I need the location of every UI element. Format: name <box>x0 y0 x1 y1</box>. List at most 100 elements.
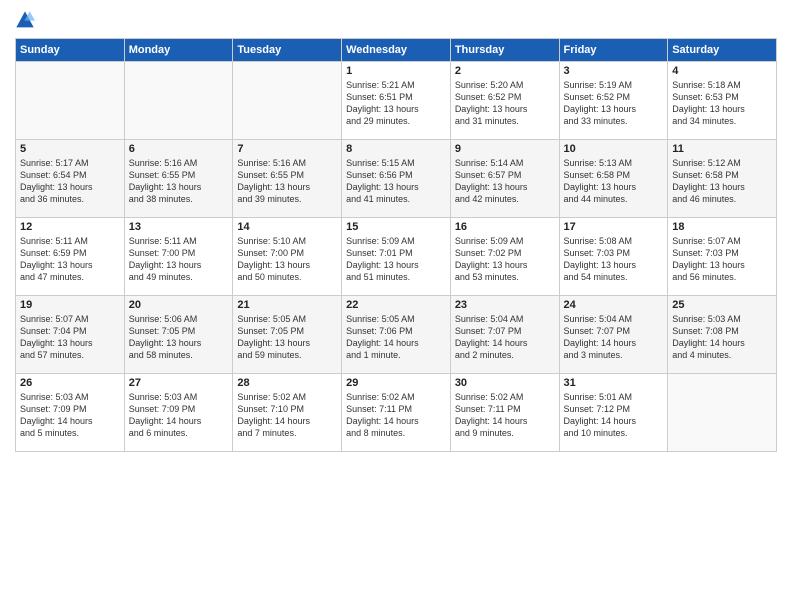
calendar-cell: 11Sunrise: 5:12 AM Sunset: 6:58 PM Dayli… <box>668 140 777 218</box>
calendar-cell: 22 Sunrise: 5:05 AM Sunset: 7:06 PM Dayli… <box>342 296 451 374</box>
day-number: 24 <box>564 299 664 311</box>
logo <box>15 10 39 30</box>
day-header-sunday: Sunday <box>16 39 125 62</box>
calendar-cell: 9Sunrise: 5:14 AM Sunset: 6:57 PM Daylig… <box>450 140 559 218</box>
calendar-cell: 16Sunrise: 5:09 AM Sunset: 7:02 PM Dayli… <box>450 218 559 296</box>
calendar-cell <box>16 62 125 140</box>
day-number: 13 <box>129 221 229 233</box>
day-header-wednesday: Wednesday <box>342 39 451 62</box>
page: SundayMondayTuesdayWednesdayThursdayFrid… <box>0 0 792 612</box>
day-info: Sunrise: 5:02 AM Sunset: 7:10 PM Dayligh… <box>237 391 337 440</box>
header-row: SundayMondayTuesdayWednesdayThursdayFrid… <box>16 39 777 62</box>
calendar-cell: 6 Sunrise: 5:16 AM Sunset: 6:55 PM Daylig… <box>124 140 233 218</box>
day-info: Sunrise: 5:05 AM Sunset: 7:06 PM Dayligh… <box>346 313 446 362</box>
calendar-cell <box>668 374 777 452</box>
day-number: 31 <box>564 377 664 389</box>
day-info: Sunrise: 5:20 AM Sunset: 6:52 PM Dayligh… <box>455 79 555 128</box>
day-number: 20 <box>129 299 229 311</box>
day-number: 7 <box>237 143 337 155</box>
calendar-cell: 13 Sunrise: 5:11 AM Sunset: 7:00 PM Dayli… <box>124 218 233 296</box>
day-number: 27 <box>129 377 229 389</box>
day-number: 18 <box>672 221 772 233</box>
day-number: 14 <box>237 221 337 233</box>
day-info: Sunrise: 5:06 AM Sunset: 7:05 PM Dayligh… <box>129 313 229 362</box>
calendar-week-4: 19 Sunrise: 5:07 AM Sunset: 7:04 PM Dayli… <box>16 296 777 374</box>
day-header-saturday: Saturday <box>668 39 777 62</box>
calendar-cell: 24Sunrise: 5:04 AM Sunset: 7:07 PM Dayli… <box>559 296 668 374</box>
day-info: Sunrise: 5:21 AM Sunset: 6:51 PM Dayligh… <box>346 79 446 128</box>
calendar-cell: 2 Sunrise: 5:20 AM Sunset: 6:52 PM Daylig… <box>450 62 559 140</box>
day-info: Sunrise: 5:03 AM Sunset: 7:09 PM Dayligh… <box>129 391 229 440</box>
calendar-cell: 26Sunrise: 5:03 AM Sunset: 7:09 PM Dayli… <box>16 374 125 452</box>
day-info: Sunrise: 5:02 AM Sunset: 7:11 PM Dayligh… <box>455 391 555 440</box>
calendar-week-2: 5Sunrise: 5:17 AM Sunset: 6:54 PM Daylig… <box>16 140 777 218</box>
calendar-cell: 17Sunrise: 5:08 AM Sunset: 7:03 PM Dayli… <box>559 218 668 296</box>
calendar-week-5: 26Sunrise: 5:03 AM Sunset: 7:09 PM Dayli… <box>16 374 777 452</box>
day-number: 12 <box>20 221 120 233</box>
day-number: 25 <box>672 299 772 311</box>
day-info: Sunrise: 5:03 AM Sunset: 7:08 PM Dayligh… <box>672 313 772 362</box>
day-number: 3 <box>564 65 664 77</box>
calendar-cell: 5Sunrise: 5:17 AM Sunset: 6:54 PM Daylig… <box>16 140 125 218</box>
calendar-cell: 10 Sunrise: 5:13 AM Sunset: 6:58 PM Dayli… <box>559 140 668 218</box>
day-number: 9 <box>455 143 555 155</box>
day-number: 29 <box>346 377 446 389</box>
calendar: SundayMondayTuesdayWednesdayThursdayFrid… <box>15 38 777 452</box>
calendar-cell: 14 Sunrise: 5:10 AM Sunset: 7:00 PM Dayli… <box>233 218 342 296</box>
calendar-cell <box>124 62 233 140</box>
calendar-cell: 18 Sunrise: 5:07 AM Sunset: 7:03 PM Dayli… <box>668 218 777 296</box>
calendar-cell <box>233 62 342 140</box>
calendar-cell: 28 Sunrise: 5:02 AM Sunset: 7:10 PM Dayli… <box>233 374 342 452</box>
day-info: Sunrise: 5:16 AM Sunset: 6:55 PM Dayligh… <box>237 157 337 206</box>
logo-icon <box>15 10 35 30</box>
day-info: Sunrise: 5:17 AM Sunset: 6:54 PM Dayligh… <box>20 157 120 206</box>
day-number: 23 <box>455 299 555 311</box>
day-info: Sunrise: 5:11 AM Sunset: 6:59 PM Dayligh… <box>20 235 120 284</box>
calendar-cell: 21Sunrise: 5:05 AM Sunset: 7:05 PM Dayli… <box>233 296 342 374</box>
day-number: 2 <box>455 65 555 77</box>
calendar-cell: 3Sunrise: 5:19 AM Sunset: 6:52 PM Daylig… <box>559 62 668 140</box>
calendar-cell: 29 Sunrise: 5:02 AM Sunset: 7:11 PM Dayli… <box>342 374 451 452</box>
day-number: 1 <box>346 65 446 77</box>
day-info: Sunrise: 5:07 AM Sunset: 7:04 PM Dayligh… <box>20 313 120 362</box>
calendar-cell: 4Sunrise: 5:18 AM Sunset: 6:53 PM Daylig… <box>668 62 777 140</box>
day-number: 28 <box>237 377 337 389</box>
day-number: 6 <box>129 143 229 155</box>
calendar-cell: 15 Sunrise: 5:09 AM Sunset: 7:01 PM Dayli… <box>342 218 451 296</box>
calendar-cell: 12 Sunrise: 5:11 AM Sunset: 6:59 PM Dayli… <box>16 218 125 296</box>
day-header-friday: Friday <box>559 39 668 62</box>
day-header-tuesday: Tuesday <box>233 39 342 62</box>
day-info: Sunrise: 5:01 AM Sunset: 7:12 PM Dayligh… <box>564 391 664 440</box>
calendar-cell: 27 Sunrise: 5:03 AM Sunset: 7:09 PM Dayli… <box>124 374 233 452</box>
day-header-monday: Monday <box>124 39 233 62</box>
day-info: Sunrise: 5:09 AM Sunset: 7:02 PM Dayligh… <box>455 235 555 284</box>
day-info: Sunrise: 5:16 AM Sunset: 6:55 PM Dayligh… <box>129 157 229 206</box>
calendar-cell: 30 Sunrise: 5:02 AM Sunset: 7:11 PM Dayli… <box>450 374 559 452</box>
calendar-cell: 31 Sunrise: 5:01 AM Sunset: 7:12 PM Dayli… <box>559 374 668 452</box>
day-number: 10 <box>564 143 664 155</box>
day-info: Sunrise: 5:09 AM Sunset: 7:01 PM Dayligh… <box>346 235 446 284</box>
day-info: Sunrise: 5:02 AM Sunset: 7:11 PM Dayligh… <box>346 391 446 440</box>
day-info: Sunrise: 5:10 AM Sunset: 7:00 PM Dayligh… <box>237 235 337 284</box>
day-info: Sunrise: 5:12 AM Sunset: 6:58 PM Dayligh… <box>672 157 772 206</box>
calendar-cell: 23 Sunrise: 5:04 AM Sunset: 7:07 PM Dayli… <box>450 296 559 374</box>
day-number: 19 <box>20 299 120 311</box>
day-info: Sunrise: 5:13 AM Sunset: 6:58 PM Dayligh… <box>564 157 664 206</box>
day-number: 21 <box>237 299 337 311</box>
day-info: Sunrise: 5:04 AM Sunset: 7:07 PM Dayligh… <box>455 313 555 362</box>
day-number: 8 <box>346 143 446 155</box>
day-number: 22 <box>346 299 446 311</box>
day-header-thursday: Thursday <box>450 39 559 62</box>
day-info: Sunrise: 5:03 AM Sunset: 7:09 PM Dayligh… <box>20 391 120 440</box>
calendar-cell: 20 Sunrise: 5:06 AM Sunset: 7:05 PM Dayli… <box>124 296 233 374</box>
calendar-cell: 7 Sunrise: 5:16 AM Sunset: 6:55 PM Daylig… <box>233 140 342 218</box>
calendar-cell: 1 Sunrise: 5:21 AM Sunset: 6:51 PM Daylig… <box>342 62 451 140</box>
day-info: Sunrise: 5:08 AM Sunset: 7:03 PM Dayligh… <box>564 235 664 284</box>
day-number: 15 <box>346 221 446 233</box>
calendar-cell: 8Sunrise: 5:15 AM Sunset: 6:56 PM Daylig… <box>342 140 451 218</box>
calendar-cell: 19 Sunrise: 5:07 AM Sunset: 7:04 PM Dayli… <box>16 296 125 374</box>
day-info: Sunrise: 5:07 AM Sunset: 7:03 PM Dayligh… <box>672 235 772 284</box>
day-number: 30 <box>455 377 555 389</box>
day-info: Sunrise: 5:18 AM Sunset: 6:53 PM Dayligh… <box>672 79 772 128</box>
day-info: Sunrise: 5:11 AM Sunset: 7:00 PM Dayligh… <box>129 235 229 284</box>
